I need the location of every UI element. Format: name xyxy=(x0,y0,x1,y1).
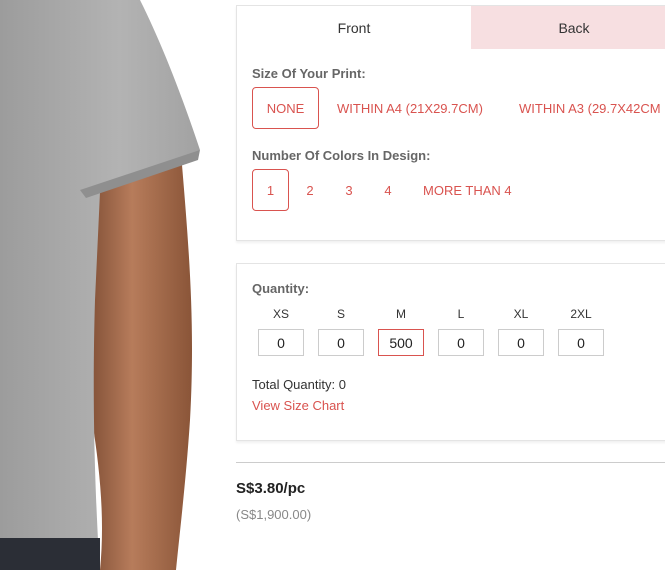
print-size-label: Size Of Your Print: xyxy=(252,66,366,81)
print-size-option-a4[interactable]: WITHIN A4 (21X29.7CM) xyxy=(337,87,483,129)
side-tabs: Front Back xyxy=(237,6,665,49)
size-header-xs: XS xyxy=(272,307,289,321)
color-count-option-3[interactable]: 3 xyxy=(338,169,360,211)
size-header-s: S xyxy=(336,307,345,321)
quantity-input-2xl[interactable] xyxy=(558,329,604,356)
size-header-xl: XL xyxy=(513,307,529,321)
color-count-option-2[interactable]: 2 xyxy=(299,169,321,211)
quantity-input-xs[interactable] xyxy=(258,329,304,356)
product-image xyxy=(0,0,230,570)
color-count-option-more[interactable]: MORE THAN 4 xyxy=(423,169,512,211)
quantity-input-l[interactable] xyxy=(438,329,484,356)
total-quantity: Total Quantity: 0 xyxy=(252,377,346,392)
product-page: Front Back Size Of Your Print: NONE WITH… xyxy=(0,0,665,570)
colors-label: Number Of Colors In Design: xyxy=(252,148,431,163)
print-size-option-none[interactable]: NONE xyxy=(252,87,319,129)
size-header-l: L xyxy=(457,307,465,321)
quantity-card: Quantity: XS S M L XL 2XL Total Quantity… xyxy=(236,263,665,441)
quantity-label: Quantity: xyxy=(252,281,310,296)
tab-back[interactable]: Back xyxy=(471,6,665,49)
tab-front[interactable]: Front xyxy=(237,6,471,49)
quantity-input-m[interactable] xyxy=(378,329,424,356)
unit-price: S$3.80/pc xyxy=(236,480,306,497)
total-price: (S$1,900.00) xyxy=(236,507,312,522)
view-size-chart-link[interactable]: View Size Chart xyxy=(252,398,344,413)
quantity-input-xl[interactable] xyxy=(498,329,544,356)
print-size-option-a3[interactable]: WITHIN A3 (29.7X42CM xyxy=(519,87,661,129)
divider xyxy=(236,462,665,463)
print-options-card: Front Back Size Of Your Print: NONE WITH… xyxy=(236,5,665,241)
size-header-2xl: 2XL xyxy=(570,307,592,321)
color-count-option-4[interactable]: 4 xyxy=(377,169,399,211)
color-count-option-1[interactable]: 1 xyxy=(252,169,289,211)
quantity-input-s[interactable] xyxy=(318,329,364,356)
size-header-m: M xyxy=(396,307,406,321)
tshirt-model-image xyxy=(0,0,200,570)
